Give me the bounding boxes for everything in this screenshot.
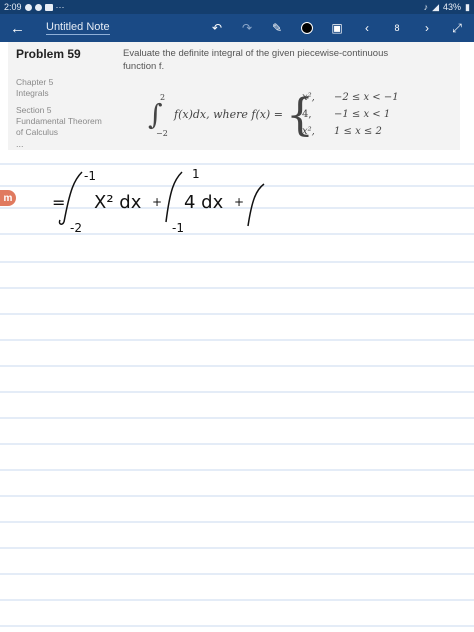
undo-icon[interactable]: ↶ bbox=[210, 21, 224, 35]
status-bar: 2:09 ··· ♪ ◢ 43% ▮ bbox=[0, 0, 474, 14]
integrand: f(x)dx, where f(x) = bbox=[173, 108, 283, 121]
term-handwritten: 4 dx bbox=[184, 192, 224, 213]
section-label: Section 5 bbox=[16, 105, 52, 115]
chapter-name: Integrals bbox=[16, 88, 49, 98]
section-name: Fundamental Theorem bbox=[16, 116, 102, 126]
integral-sign: ∫ bbox=[148, 98, 163, 131]
chapter-label: Chapter 5 bbox=[16, 77, 54, 87]
case-cond: −1 ≤ x < 1 bbox=[334, 109, 390, 120]
integral-stroke bbox=[247, 183, 265, 227]
chapter-info: Chapter 5 Integrals bbox=[16, 77, 116, 99]
upper-limit: 2 bbox=[160, 93, 165, 102]
app-bar: ← Untitled Note ↶ ↷ ✎ ▣ ‹ 8 › ⤢ bbox=[0, 14, 474, 42]
note-title[interactable]: Untitled Note bbox=[46, 21, 110, 35]
plus-sign: + bbox=[234, 195, 244, 209]
plus-sign: + bbox=[152, 195, 162, 209]
integral-stroke bbox=[63, 171, 83, 223]
section-name: of Calculus bbox=[16, 127, 59, 137]
ruled-lines: = -1 -2 X² dx + 1 -1 4 dx + bbox=[0, 163, 474, 627]
more-info[interactable]: ... bbox=[16, 139, 116, 149]
statement-line: Evaluate the definite integral of the gi… bbox=[123, 48, 389, 59]
integral-stroke bbox=[58, 219, 65, 225]
notification-icon bbox=[34, 3, 42, 11]
color-picker-button[interactable] bbox=[300, 21, 314, 35]
wifi-icon: ◢ bbox=[432, 1, 440, 12]
case-expr: x², bbox=[302, 92, 315, 103]
problem-card: Problem 59 Chapter 5 Integrals Section 5… bbox=[8, 42, 460, 150]
equals-sign: = bbox=[52, 193, 65, 212]
image-icon[interactable]: ▣ bbox=[330, 21, 344, 35]
page-number: 8 bbox=[394, 23, 400, 33]
integral-stroke bbox=[165, 171, 183, 223]
statement-line: function f. bbox=[123, 61, 165, 72]
back-arrow-icon[interactable]: ← bbox=[10, 20, 30, 37]
black-color-swatch bbox=[301, 22, 313, 34]
case-expr: x², bbox=[302, 126, 315, 137]
next-page-icon[interactable]: › bbox=[420, 21, 434, 35]
notification-icon bbox=[24, 3, 32, 11]
note-canvas[interactable]: = -1 -2 X² dx + 1 -1 4 dx + m bbox=[0, 150, 474, 632]
battery-icon: ▮ bbox=[465, 1, 470, 12]
redo-icon[interactable]: ↷ bbox=[240, 21, 254, 35]
case-cond: −2 ≤ x < −1 bbox=[334, 92, 399, 103]
previous-page-icon[interactable]: ‹ bbox=[360, 21, 374, 35]
mathpad-icon[interactable]: m bbox=[0, 190, 16, 206]
problem-statement: Evaluate the definite integral of the gi… bbox=[123, 47, 453, 73]
expand-icon[interactable]: ⤢ bbox=[450, 21, 464, 35]
more-notifications-icon: ··· bbox=[55, 2, 65, 12]
upper-limit-handwritten: -1 bbox=[84, 169, 96, 183]
problem-title: Problem 59 bbox=[16, 47, 81, 61]
problem-sidebar: Problem 59 Chapter 5 Integrals Section 5… bbox=[16, 47, 116, 149]
case-expr: 4, bbox=[302, 109, 312, 120]
mute-icon: ♪ bbox=[423, 2, 429, 12]
battery-text: 43% bbox=[443, 2, 462, 12]
section-info: Section 5 Fundamental Theorem of Calculu… bbox=[16, 105, 116, 138]
pen-icon[interactable]: ✎ bbox=[270, 21, 284, 35]
integral-formula: ∫ 2 −2 f(x)dx, where f(x) = { x², −2 ≤ x… bbox=[148, 90, 399, 140]
case-cond: 1 ≤ x ≤ 2 bbox=[334, 126, 382, 137]
upper-limit-handwritten: 1 bbox=[192, 167, 200, 181]
term-handwritten: X² dx bbox=[94, 192, 142, 213]
status-time: 2:09 bbox=[4, 2, 22, 12]
lower-limit: −2 bbox=[156, 129, 168, 138]
handwriting: = -1 -2 X² dx + 1 -1 4 dx + bbox=[52, 167, 265, 235]
lower-limit-handwritten: -2 bbox=[70, 221, 82, 235]
image-notification-icon bbox=[44, 3, 53, 11]
lower-limit-handwritten: -1 bbox=[172, 221, 184, 235]
